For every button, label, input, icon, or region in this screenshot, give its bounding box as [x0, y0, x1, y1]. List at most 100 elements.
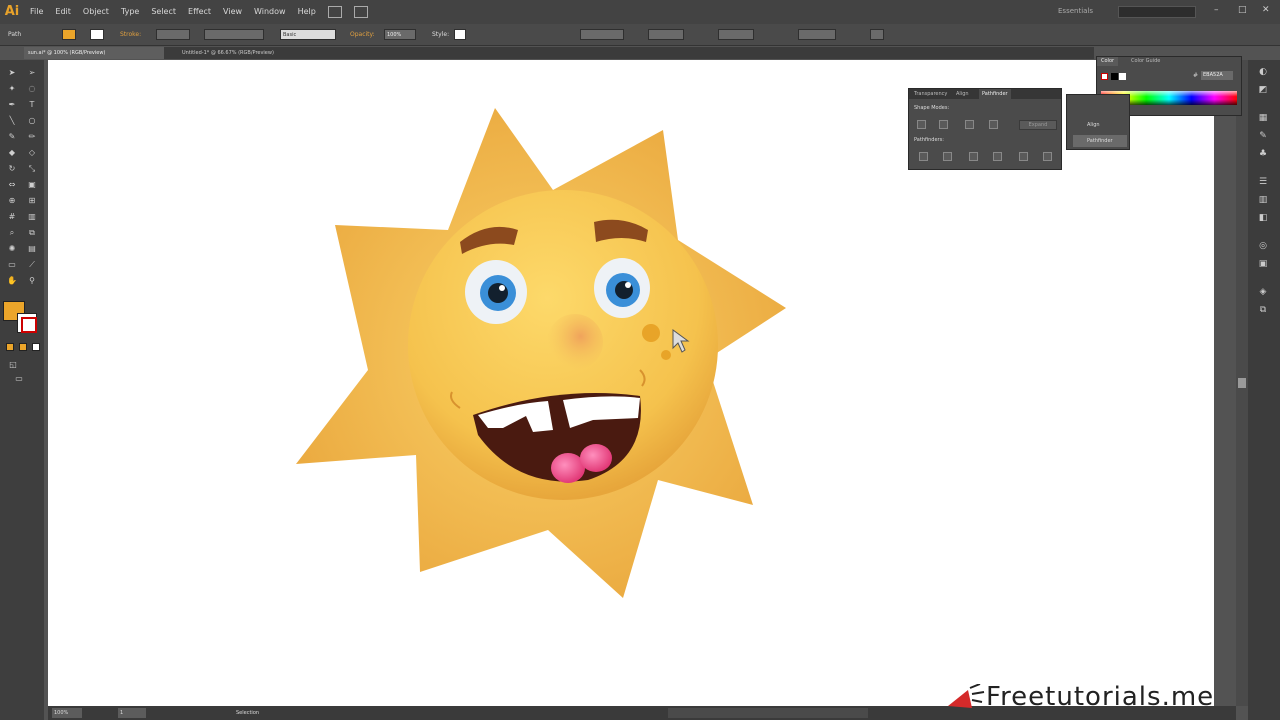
- stroke-color-box[interactable]: [17, 313, 37, 333]
- scrollbar-thumb[interactable]: [1238, 378, 1246, 388]
- crop-button[interactable]: [993, 152, 1002, 161]
- outline-button[interactable]: [1019, 152, 1028, 161]
- stroke-panel-icon[interactable]: ☰: [1257, 176, 1269, 188]
- gradient-mode-button[interactable]: [19, 343, 27, 351]
- gradient-tool-icon[interactable]: ▥: [27, 212, 37, 222]
- menu-help[interactable]: Help: [292, 0, 322, 24]
- brush-definition-field[interactable]: Basic: [280, 29, 336, 40]
- x-coordinate-field[interactable]: [580, 29, 624, 40]
- artboard-tool-icon[interactable]: ▭: [7, 260, 17, 270]
- tab-transparency[interactable]: Transparency: [911, 89, 950, 99]
- fill-color-swatch[interactable]: [62, 29, 76, 40]
- y-coordinate-field[interactable]: [648, 29, 684, 40]
- bridge-icon[interactable]: [327, 6, 342, 18]
- draw-mode-icon[interactable]: ◱: [8, 360, 18, 370]
- workspace-switcher[interactable]: Essentials: [1058, 7, 1093, 15]
- color-mode-button[interactable]: [6, 343, 14, 351]
- color-panel-icon[interactable]: ◐: [1257, 66, 1269, 78]
- tab-pathfinder[interactable]: Pathfinder: [979, 89, 1011, 99]
- blend-tool-icon[interactable]: ⧉: [27, 228, 37, 238]
- brushes-icon[interactable]: ✎: [1257, 130, 1269, 142]
- shape-builder-tool-icon[interactable]: ⊕: [7, 196, 17, 206]
- tab-color[interactable]: Color: [1097, 57, 1119, 66]
- magic-wand-tool-icon[interactable]: ✦: [7, 84, 17, 94]
- symbols-icon[interactable]: ♣: [1257, 148, 1269, 160]
- symbol-sprayer-tool-icon[interactable]: ✺: [7, 244, 17, 254]
- merge-button[interactable]: [969, 152, 978, 161]
- tab-sun-document[interactable]: sun.ai* @ 100% (RGB/Preview): [24, 47, 164, 59]
- eraser-tool-icon[interactable]: ◇: [27, 148, 37, 158]
- scale-tool-icon[interactable]: ⤡: [27, 164, 37, 174]
- hex-color-field[interactable]: EBA52A: [1201, 71, 1233, 80]
- arrange-documents-icon[interactable]: [353, 6, 368, 18]
- transform-icon[interactable]: [870, 29, 884, 40]
- selection-tool-icon[interactable]: ➤: [7, 68, 17, 78]
- paintbrush-tool-icon[interactable]: ✎: [7, 132, 17, 142]
- white-color-icon[interactable]: [1119, 73, 1126, 80]
- menu-file[interactable]: File: [24, 0, 49, 24]
- screen-mode-icon[interactable]: ▭: [14, 374, 24, 384]
- type-tool-icon[interactable]: T: [27, 100, 37, 110]
- divide-button[interactable]: [919, 152, 928, 161]
- perspective-grid-tool-icon[interactable]: ⊞: [27, 196, 37, 206]
- search-input[interactable]: [1118, 6, 1196, 18]
- flyout-item-pathfinder[interactable]: Pathfinder: [1073, 135, 1127, 147]
- opacity-label[interactable]: Opacity:: [350, 31, 375, 38]
- color-guide-icon[interactable]: ◩: [1257, 84, 1269, 96]
- swatches-icon[interactable]: ▦: [1257, 112, 1269, 124]
- vertical-scrollbar[interactable]: [1236, 60, 1248, 706]
- zoom-field[interactable]: 100%: [52, 708, 82, 718]
- menu-type[interactable]: Type: [115, 0, 145, 24]
- none-mode-button[interactable]: [32, 343, 40, 351]
- none-color-icon[interactable]: [1101, 73, 1108, 80]
- variable-width-field[interactable]: [204, 29, 264, 40]
- opacity-field[interactable]: 100%: [384, 29, 416, 40]
- menu-window[interactable]: Window: [248, 0, 292, 24]
- minus-front-button[interactable]: [939, 120, 948, 129]
- slice-tool-icon[interactable]: ⟋: [27, 260, 37, 270]
- zoom-tool-icon[interactable]: ⚲: [27, 276, 37, 286]
- layers-panel-icon[interactable]: ◈: [1257, 286, 1269, 298]
- menu-select[interactable]: Select: [145, 0, 182, 24]
- tab-untitled-document[interactable]: Untitled-1* @ 66.67% (RGB/Preview): [178, 47, 318, 59]
- column-graph-tool-icon[interactable]: ▤: [27, 244, 37, 254]
- eyedropper-tool-icon[interactable]: ⌕: [7, 228, 17, 238]
- height-field[interactable]: [798, 29, 836, 40]
- trim-button[interactable]: [943, 152, 952, 161]
- gradient-panel-icon[interactable]: ▥: [1257, 194, 1269, 206]
- menu-object[interactable]: Object: [77, 0, 115, 24]
- width-tool-icon[interactable]: ⇔: [7, 180, 17, 190]
- graphic-styles-icon[interactable]: ▣: [1257, 258, 1269, 270]
- transparency-panel-icon[interactable]: ◧: [1257, 212, 1269, 224]
- pen-tool-icon[interactable]: ✒: [7, 100, 17, 110]
- line-tool-icon[interactable]: ╲: [7, 116, 17, 126]
- minus-back-button[interactable]: [1043, 152, 1052, 161]
- graphic-style-field[interactable]: [454, 29, 466, 40]
- stroke-label[interactable]: Stroke:: [120, 31, 141, 38]
- unite-button[interactable]: [917, 120, 926, 129]
- appearance-panel-icon[interactable]: ◎: [1257, 240, 1269, 252]
- maximize-button[interactable]: □: [1238, 5, 1247, 15]
- lasso-tool-icon[interactable]: ◌: [27, 84, 37, 94]
- width-field[interactable]: [718, 29, 754, 40]
- hand-tool-icon[interactable]: ✋: [7, 276, 17, 286]
- pencil-tool-icon[interactable]: ✏: [27, 132, 37, 142]
- stroke-color-swatch[interactable]: [90, 29, 104, 40]
- stroke-weight-field[interactable]: [156, 29, 190, 40]
- menu-view[interactable]: View: [217, 0, 248, 24]
- rotate-tool-icon[interactable]: ↻: [7, 164, 17, 174]
- direct-selection-tool-icon[interactable]: ➢: [27, 68, 37, 78]
- menu-effect[interactable]: Effect: [182, 0, 217, 24]
- mesh-tool-icon[interactable]: #: [7, 212, 17, 222]
- intersect-button[interactable]: [965, 120, 974, 129]
- ellipse-tool-icon[interactable]: ○: [27, 116, 37, 126]
- flyout-item-align[interactable]: Align: [1073, 119, 1127, 131]
- artboards-panel-icon[interactable]: ⧉: [1257, 304, 1269, 316]
- tab-align[interactable]: Align: [953, 89, 972, 99]
- horizontal-scrollbar[interactable]: [668, 708, 868, 718]
- blob-brush-tool-icon[interactable]: ◆: [7, 148, 17, 158]
- tab-color-guide[interactable]: Color Guide: [1127, 57, 1164, 66]
- artboard-navigation[interactable]: 1: [118, 708, 146, 718]
- menu-edit[interactable]: Edit: [49, 0, 77, 24]
- status-mode[interactable]: Selection: [234, 708, 324, 718]
